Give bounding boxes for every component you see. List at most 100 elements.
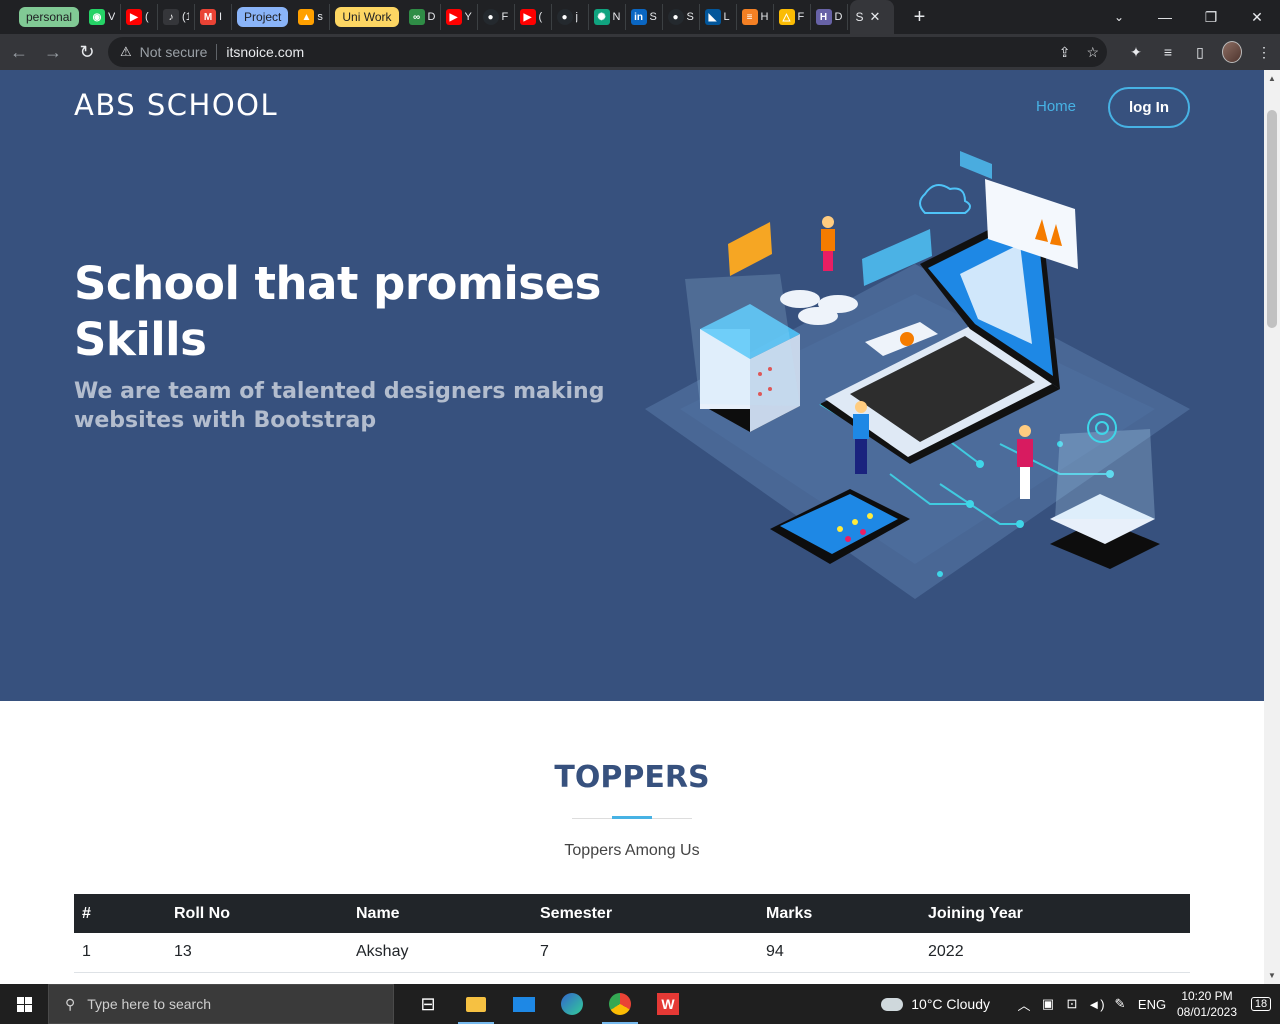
- tab-group-project[interactable]: Project: [237, 7, 289, 27]
- url-text[interactable]: itsnoice.com: [226, 44, 304, 60]
- tab-item[interactable]: ♪ (1: [158, 4, 196, 30]
- volume-icon[interactable]: ◄): [1084, 997, 1108, 1012]
- tab-item[interactable]: △ F: [774, 4, 811, 30]
- active-tab[interactable]: S ✕: [849, 0, 894, 34]
- tab-group-personal[interactable]: personal: [19, 7, 80, 27]
- hero-subtitle: We are team of talented designers making…: [74, 379, 605, 433]
- forward-button[interactable]: →: [38, 37, 68, 67]
- side-panel-icon[interactable]: ▯: [1190, 44, 1210, 61]
- security-status[interactable]: Not secure: [140, 44, 208, 60]
- tab-item[interactable]: ≡ H: [737, 4, 774, 30]
- extensions-icon[interactable]: ✦: [1126, 44, 1146, 61]
- minimize-button[interactable]: —: [1142, 0, 1188, 34]
- windows-taskbar: ⚲ Type here to search ⊟ W 10°C Cloudy ︿ …: [0, 984, 1280, 1024]
- github-icon: ●: [482, 9, 499, 25]
- mail-icon[interactable]: [500, 984, 548, 1024]
- column-header: Joining Year: [920, 894, 1190, 933]
- language-indicator[interactable]: ENG: [1132, 997, 1172, 1012]
- page-scrollbar[interactable]: ▲ ▼: [1264, 70, 1280, 984]
- tab-item[interactable]: ◉ V: [84, 4, 122, 30]
- wps-office-icon[interactable]: W: [644, 984, 692, 1024]
- tab-item[interactable]: HD: [811, 4, 848, 30]
- title-accent-bar: [612, 816, 652, 819]
- column-header: Name: [348, 894, 532, 933]
- whatsapp-icon: ◉: [89, 9, 106, 25]
- profile-avatar[interactable]: [1222, 41, 1242, 63]
- youtube-icon: ▶: [519, 9, 536, 25]
- tab-item[interactable]: MI: [195, 4, 233, 30]
- weather-text: 10°C Cloudy: [911, 996, 990, 1012]
- back-button[interactable]: ←: [4, 37, 34, 67]
- bookmark-star-icon[interactable]: ☆: [1086, 44, 1099, 61]
- column-header: Semester: [532, 894, 758, 933]
- column-header: #: [74, 894, 166, 933]
- tab-item[interactable]: ▲ s: [293, 4, 331, 30]
- notification-icon[interactable]: 18: [1242, 997, 1280, 1011]
- table-cell: Akshay: [348, 933, 532, 973]
- heroku-icon: H: [815, 9, 832, 25]
- flutter-icon: ◣: [704, 9, 721, 25]
- meet-now-icon[interactable]: ▣: [1036, 996, 1060, 1012]
- section-subtitle: Toppers Among Us: [564, 842, 700, 859]
- edge-icon[interactable]: [548, 984, 596, 1024]
- gmail-icon: M: [200, 9, 217, 25]
- drive-icon: △: [778, 9, 795, 25]
- new-tab-button[interactable]: +: [908, 6, 932, 29]
- address-bar[interactable]: ⚠ Not secure itsnoice.com ⇪ ☆: [108, 37, 1107, 67]
- chevron-up-icon[interactable]: ︿: [1012, 995, 1036, 1014]
- media-control-icon[interactable]: ≡: [1158, 44, 1178, 60]
- window-controls: — ❐ ✕: [1142, 0, 1280, 34]
- site-logo[interactable]: ABS SCHOOL: [74, 88, 278, 122]
- tab-item[interactable]: ▶ Y: [441, 4, 478, 30]
- scroll-up-arrow-icon[interactable]: ▲: [1268, 74, 1276, 83]
- section-title: TOPPERS: [554, 760, 710, 795]
- table-cell: 13: [166, 933, 348, 973]
- tab-item[interactable]: ∞ D: [404, 4, 441, 30]
- search-placeholder: Type here to search: [87, 996, 212, 1012]
- scroll-down-arrow-icon[interactable]: ▼: [1268, 971, 1276, 980]
- pen-icon[interactable]: ✎: [1108, 996, 1132, 1012]
- tab-item[interactable]: ▶(: [121, 4, 159, 30]
- close-window-button[interactable]: ✕: [1234, 0, 1280, 34]
- tab-item[interactable]: ✺ N: [589, 4, 626, 30]
- nav-home-link[interactable]: Home: [1036, 98, 1076, 115]
- network-icon[interactable]: ⊡: [1060, 996, 1084, 1012]
- tab-item[interactable]: in S: [626, 4, 663, 30]
- divider: [216, 44, 218, 60]
- file-explorer-icon[interactable]: [452, 984, 500, 1024]
- weather-widget[interactable]: 10°C Cloudy: [881, 996, 990, 1012]
- menu-icon[interactable]: ⋮: [1254, 44, 1274, 61]
- system-tray: 10°C Cloudy ︿ ▣ ⊡ ◄) ✎ ENG 10:20 PM 08/0…: [881, 984, 1280, 1024]
- clock[interactable]: 10:20 PM 08/01/2023: [1172, 988, 1242, 1020]
- close-tab-icon[interactable]: ✕: [870, 9, 881, 25]
- github-icon: ●: [667, 9, 684, 25]
- tab-item[interactable]: ◣ L: [700, 4, 737, 30]
- table-cell: 94: [758, 933, 920, 973]
- warning-icon[interactable]: ⚠: [120, 44, 132, 60]
- tab-item[interactable]: ● S: [663, 4, 700, 30]
- stackoverflow-icon: ≡: [741, 9, 758, 25]
- tab-item[interactable]: ▶(: [515, 4, 552, 30]
- login-button[interactable]: log In: [1108, 87, 1190, 128]
- chrome-icon[interactable]: [596, 984, 644, 1024]
- start-button[interactable]: [0, 984, 48, 1024]
- tab-group-uni-work[interactable]: Uni Work: [335, 7, 399, 27]
- task-view-icon[interactable]: ⊟: [404, 984, 452, 1024]
- scrollbar-thumb[interactable]: [1267, 110, 1277, 328]
- reload-button[interactable]: ↻: [72, 37, 102, 67]
- table-cell: 7: [532, 933, 758, 973]
- table-cell: 2022: [920, 933, 1190, 973]
- taskbar-search[interactable]: ⚲ Type here to search: [48, 984, 394, 1024]
- chatgpt-icon: ✺: [593, 9, 610, 25]
- share-icon[interactable]: ⇪: [1059, 44, 1071, 61]
- linkedin-icon: in: [630, 9, 647, 25]
- hero-section: ABS SCHOOL Home log In School that promi…: [0, 70, 1264, 701]
- tab-search-icon[interactable]: ⌄: [1106, 0, 1132, 34]
- tab-item[interactable]: ● j: [552, 4, 589, 30]
- clock-date: 08/01/2023: [1176, 1005, 1238, 1019]
- tab-item[interactable]: ● F: [478, 4, 515, 30]
- table-cell: 1: [74, 933, 166, 973]
- restore-button[interactable]: ❐: [1188, 0, 1234, 34]
- active-tab-title: S: [855, 10, 864, 24]
- page-viewport: ABS SCHOOL Home log In School that promi…: [0, 70, 1264, 984]
